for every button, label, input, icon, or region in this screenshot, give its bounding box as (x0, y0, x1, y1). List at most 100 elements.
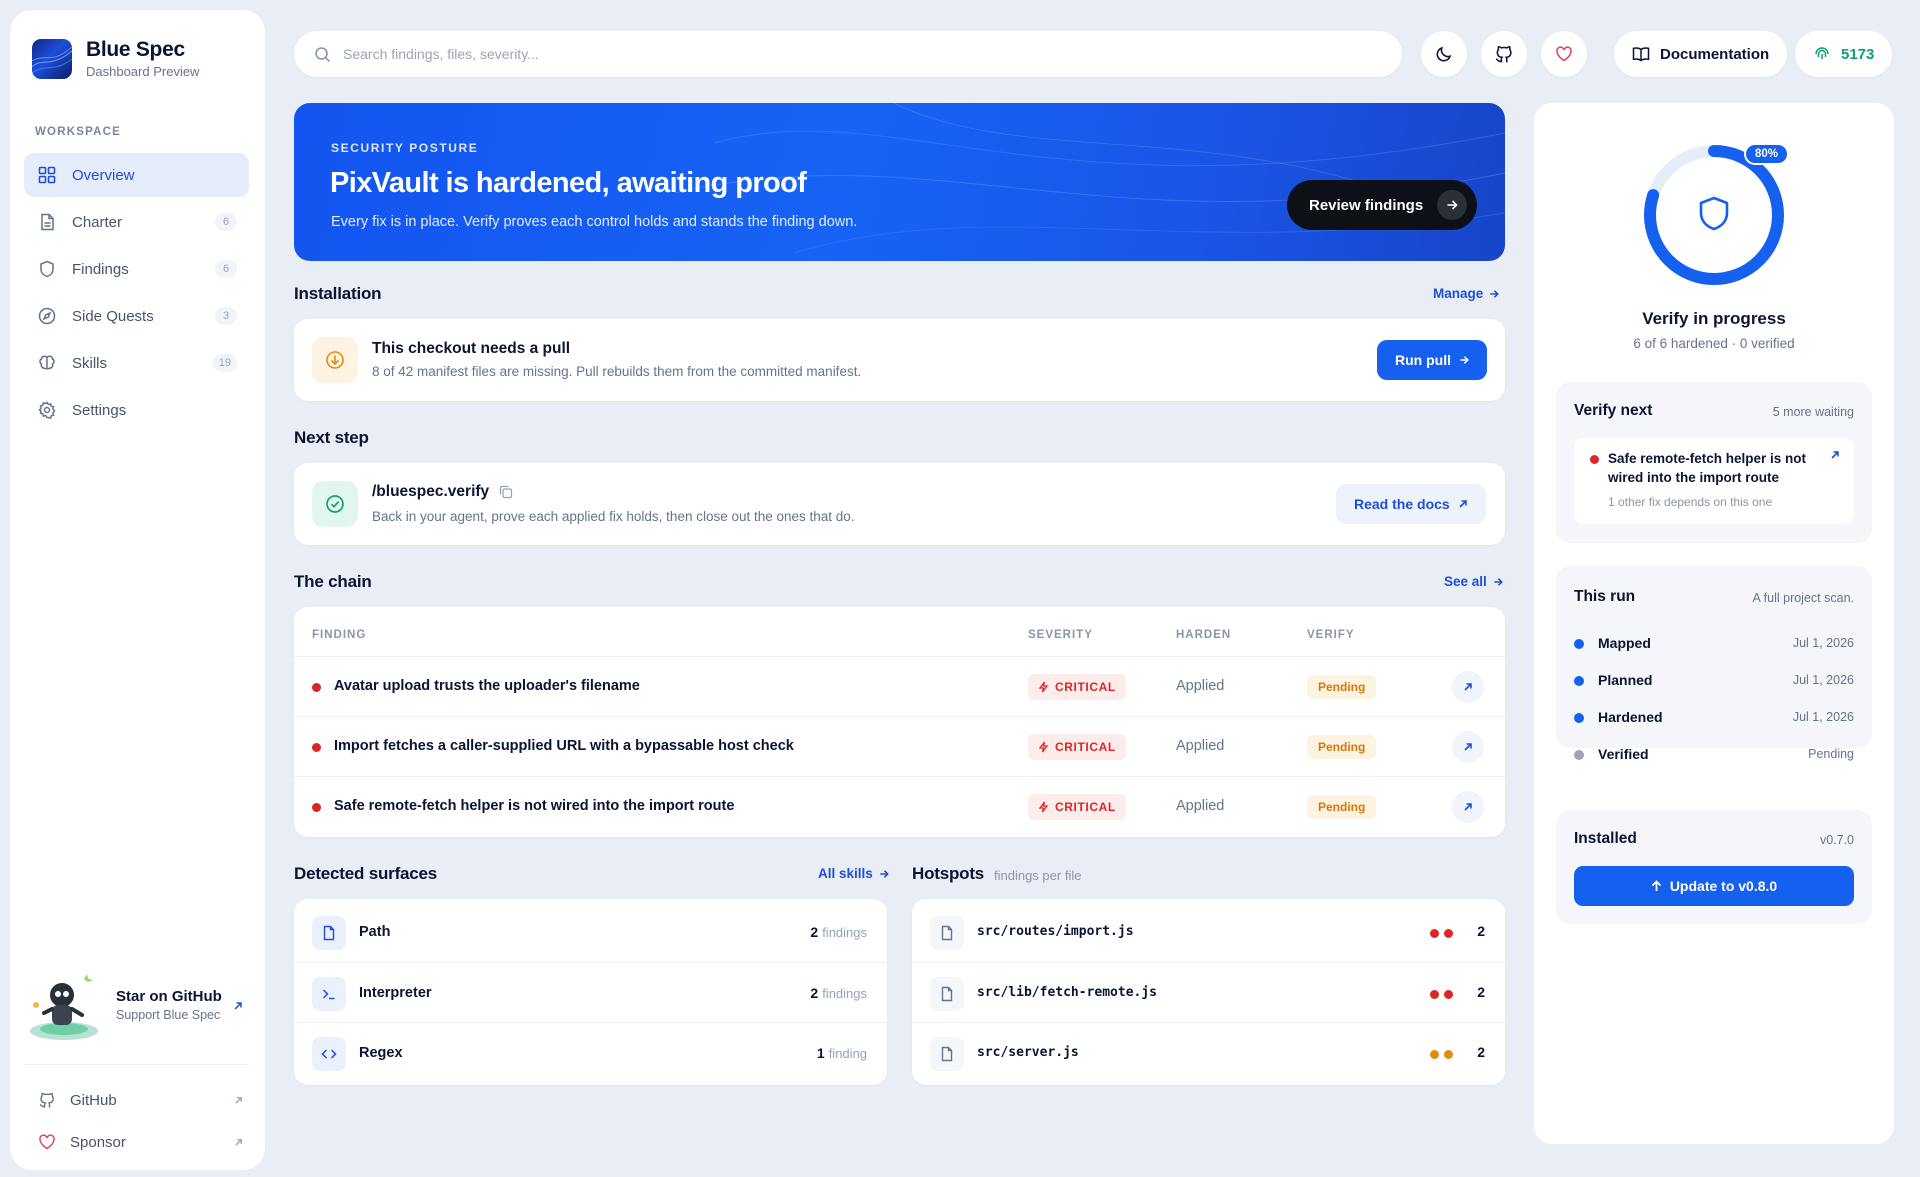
severity-dot (312, 743, 321, 752)
shield-icon (1699, 196, 1729, 231)
harden-status: Applied (1176, 798, 1225, 814)
sidebar-item-overview[interactable]: Overview (24, 153, 249, 197)
sidebar-item-count: 3 (215, 307, 237, 325)
run-step: Mapped Jul 1, 2026 (1574, 634, 1854, 654)
run-pull-label: Run pull (1395, 352, 1451, 368)
github-icon (1494, 44, 1514, 64)
sidebar-item-side-quests[interactable]: Side Quests 3 (24, 294, 249, 338)
sidebar-item-label: Skills (72, 354, 108, 372)
review-findings-label: Review findings (1309, 196, 1424, 214)
table-row[interactable]: Avatar upload trusts the uploader's file… (294, 656, 1505, 716)
open-finding-button[interactable] (1452, 731, 1484, 763)
brand-logo (32, 38, 72, 79)
shield-icon (38, 259, 58, 279)
list-item[interactable]: src/server.js 2 (912, 1022, 1505, 1082)
sidebar-link-label: GitHub (70, 1091, 117, 1109)
sidebar-item-findings[interactable]: Findings 6 (24, 247, 249, 291)
arrow-up-icon (1651, 880, 1662, 892)
github-button[interactable] (1481, 31, 1527, 77)
hotspot-count: 2 (1477, 923, 1485, 939)
brand[interactable]: Blue Spec Dashboard Preview (32, 38, 199, 79)
arrow-right-icon (1437, 190, 1468, 220)
external-link-icon (1458, 499, 1468, 509)
sidebar-item-label: Findings (72, 260, 129, 278)
read-the-docs-label: Read the docs (1354, 496, 1450, 512)
search-input[interactable] (343, 46, 1402, 62)
file-icon (312, 916, 346, 950)
external-link-icon (1464, 743, 1472, 751)
finding-name: Avatar upload trusts the uploader's file… (334, 678, 640, 694)
bolt-icon (1038, 681, 1049, 693)
update-button-label: Update to v0.8.0 (1669, 878, 1778, 894)
review-findings-button[interactable]: Review findings (1287, 180, 1478, 230)
column-header-finding: FINDING (312, 629, 367, 641)
list-item[interactable]: src/lib/fetch-remote.js 2 (912, 962, 1505, 1022)
all-skills-link[interactable]: All skills (818, 866, 889, 881)
this-run-aside: A full project scan. (1752, 591, 1854, 605)
list-item[interactable]: Interpreter 2 findings (294, 962, 887, 1022)
surface-count-unit: finding (828, 1046, 867, 1061)
see-all-link[interactable]: See all (1444, 574, 1503, 589)
documentation-label: Documentation (1660, 45, 1770, 63)
download-icon (312, 337, 358, 383)
hotspot-count: 2 (1477, 984, 1485, 1000)
star-card-title: Star on GitHub (116, 988, 222, 1005)
sidebar-link-github[interactable]: GitHub (38, 1085, 243, 1115)
stars-count: 5173 (1841, 45, 1875, 63)
sidebar-item-settings[interactable]: Settings (24, 388, 249, 432)
table-row[interactable]: Import fetches a caller-supplied URL wit… (294, 716, 1505, 776)
verify-next-title: Verify next (1574, 402, 1653, 419)
installed-version: v0.7.0 (1819, 833, 1854, 847)
installation-card: This checkout needs a pull 8 of 42 manif… (294, 319, 1505, 401)
hotspot-file: src/routes/import.js (977, 924, 1134, 939)
hero-kicker: SECURITY POSTURE (331, 141, 479, 155)
sidebar: Blue Spec Dashboard Preview WORKSPACE Ov… (10, 10, 265, 1170)
sponsor-button[interactable] (1541, 31, 1587, 77)
step-name: Hardened (1598, 709, 1663, 725)
progress-subtitle: 6 of 6 hardened · 0 verified (1633, 336, 1795, 351)
github-stars-button[interactable]: 5173 (1795, 31, 1893, 77)
verify-next-item[interactable]: Safe remote-fetch helper is not wired in… (1574, 438, 1854, 524)
severity-dot (1444, 1050, 1453, 1059)
severity-badge: CRITICAL (1028, 674, 1126, 700)
heart-icon (1555, 45, 1573, 63)
read-the-docs-button[interactable]: Read the docs (1336, 484, 1486, 524)
sidebar-item-skills[interactable]: Skills 19 (24, 341, 249, 385)
manage-link[interactable]: Manage (1433, 286, 1500, 301)
sidebar-link-label: Sponsor (70, 1133, 126, 1151)
list-item[interactable]: Regex 1 finding (294, 1022, 887, 1082)
copy-icon[interactable] (499, 485, 513, 499)
heart-icon (38, 1133, 58, 1151)
update-button[interactable]: Update to v0.8.0 (1574, 866, 1854, 906)
search-bar[interactable] (294, 31, 1402, 77)
harden-status: Applied (1176, 738, 1225, 754)
list-item[interactable]: Path 2 findings (294, 902, 887, 962)
sidebar-item-count: 6 (215, 260, 237, 278)
list-item[interactable]: src/routes/import.js 2 (912, 902, 1505, 962)
step-dot (1574, 713, 1584, 723)
open-finding-button[interactable] (1452, 791, 1484, 823)
surface-count: 2 findings (810, 985, 867, 1001)
compass-icon (38, 306, 58, 326)
terminal-icon (312, 977, 346, 1011)
open-finding-button[interactable] (1452, 671, 1484, 703)
fingerprint-icon (1813, 45, 1831, 63)
installed-title: Installed (1574, 830, 1637, 847)
see-all-label: See all (1444, 574, 1487, 589)
surface-count: 2 findings (810, 924, 867, 940)
severity-badge: CRITICAL (1028, 794, 1126, 820)
run-step: Verified Pending (1574, 745, 1854, 765)
star-on-github-card[interactable]: Star on GitHub Support Blue Spec (24, 965, 249, 1045)
hero-title: PixVault is hardened, awaiting proof (330, 167, 807, 199)
sidebar-link-sponsor[interactable]: Sponsor (38, 1127, 243, 1157)
step-value: Jul 1, 2026 (1792, 710, 1854, 724)
severity-label: CRITICAL (1055, 680, 1116, 694)
table-row[interactable]: Safe remote-fetch helper is not wired in… (294, 776, 1505, 836)
sidebar-item-charter[interactable]: Charter 6 (24, 200, 249, 244)
search-icon (314, 46, 331, 63)
theme-toggle-button[interactable] (1421, 31, 1467, 77)
documentation-button[interactable]: Documentation (1614, 31, 1788, 77)
surfaces-card: Path 2 findings Interpreter 2 findings Reg… (294, 899, 887, 1085)
run-pull-button[interactable]: Run pull (1377, 340, 1487, 380)
severity-dot (312, 683, 321, 692)
